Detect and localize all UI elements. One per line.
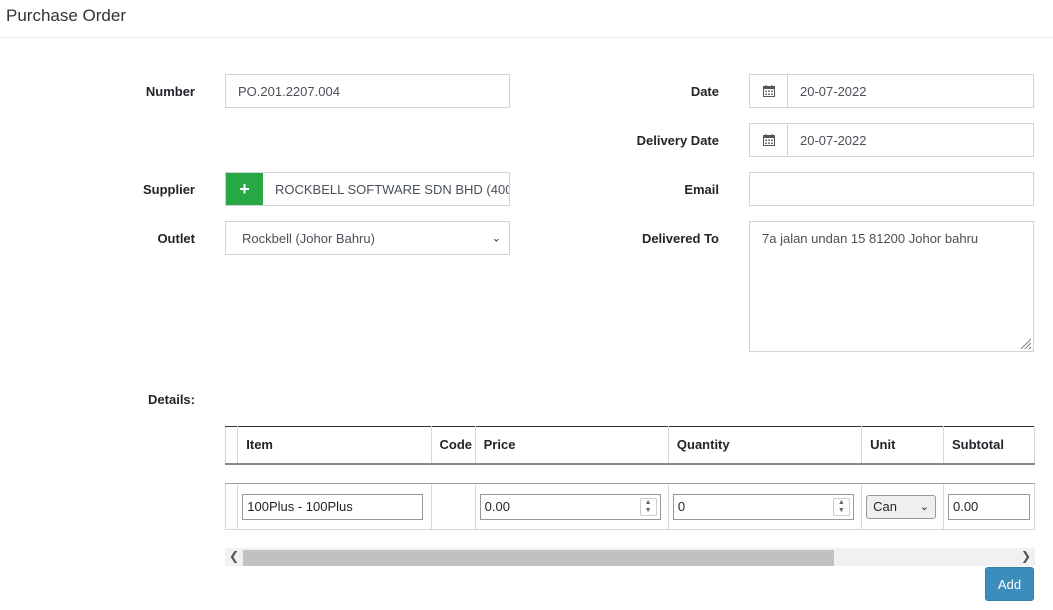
item-cell: 100Plus - 100Plus <box>237 483 432 530</box>
number-label: Number <box>145 84 195 99</box>
number-field[interactable]: PO.201.2207.004 <box>225 74 510 108</box>
column-header-unit: Unit <box>861 426 944 465</box>
quantity-input[interactable]: 0 ▲ ▼ <box>672 493 854 520</box>
column-header-price: Price <box>474 426 669 465</box>
resize-handle-icon[interactable] <box>1019 337 1031 349</box>
page-header: Purchase Order <box>0 0 1053 38</box>
price-input[interactable]: 0.00 ▲ ▼ <box>479 493 661 520</box>
calendar-icon[interactable] <box>750 75 788 107</box>
delivery-date-field[interactable]: 20-07-2022 <box>788 124 1033 156</box>
delivered-to-value: 7a jalan undan 15 81200 Johor bahru <box>762 231 979 246</box>
add-supplier-button[interactable]: + <box>226 173 263 205</box>
delivered-to-textarea[interactable]: 7a jalan undan 15 81200 Johor bahru <box>749 221 1034 352</box>
column-header-item: Item <box>237 426 432 465</box>
supplier-input-group: + ROCKBELL SOFTWARE SDN BHD (4000 <box>225 172 510 206</box>
scroll-right-icon[interactable]: ❯ <box>1021 549 1031 563</box>
add-button[interactable]: Add <box>985 567 1034 601</box>
column-header-select <box>225 426 239 465</box>
date-input-group: 20-07-2022 <box>749 74 1034 108</box>
subtotal-cell: 0.00 <box>942 483 1035 530</box>
details-label: Details: <box>148 392 195 407</box>
column-header-quantity: Quantity <box>667 426 863 465</box>
price-spin-button[interactable]: ▲ ▼ <box>639 497 657 516</box>
calendar-icon[interactable] <box>750 124 788 156</box>
chevron-down-icon: ⌄ <box>919 501 930 513</box>
unit-cell: Can ⌄ <box>861 483 944 530</box>
delivered-to-label: Delivered To <box>641 231 719 246</box>
details-table-container: Item Code Price Quantity Unit Subtotal 1… <box>225 426 1035 530</box>
price-cell: 0.00 ▲ ▼ <box>474 483 669 530</box>
outlet-select[interactable]: Rockbell (Johor Bahru) ⌄ <box>225 221 510 255</box>
subtotal-input[interactable]: 0.00 <box>947 493 1030 520</box>
page-title: Purchase Order <box>6 6 126 25</box>
details-table: Item Code Price Quantity Unit Subtotal 1… <box>225 426 1035 530</box>
column-header-code: Code <box>430 426 476 465</box>
unit-select[interactable]: Can ⌄ <box>866 494 937 519</box>
chevron-down-icon: ⌄ <box>491 232 501 245</box>
outlet-selected-value: Rockbell (Johor Bahru) <box>242 230 375 246</box>
table-header-row: Item Code Price Quantity Unit Subtotal <box>225 426 1035 465</box>
table-row: 100Plus - 100Plus 0.00 ▲ ▼ 0 ▲ ▼ Can ⌄ 0… <box>225 483 1035 530</box>
quantity-value: 0 <box>677 499 686 514</box>
delivery-date-label: Delivery Date <box>636 133 719 148</box>
scrollbar-thumb[interactable] <box>243 550 834 566</box>
row-select-cell[interactable] <box>225 483 239 530</box>
outlet-label: Outlet <box>157 231 195 246</box>
code-cell <box>430 483 476 530</box>
horizontal-scrollbar[interactable]: ❮ ❯ <box>225 548 1035 566</box>
supplier-field[interactable]: ROCKBELL SOFTWARE SDN BHD (4000 <box>263 173 509 205</box>
item-input[interactable]: 100Plus - 100Plus <box>242 493 424 520</box>
scroll-left-icon[interactable]: ❮ <box>229 549 239 563</box>
column-header-subtotal: Subtotal <box>942 426 1035 465</box>
quantity-cell: 0 ▲ ▼ <box>667 483 863 530</box>
unit-value: Can <box>873 499 897 514</box>
table-spacer-row <box>225 463 1035 484</box>
date-label: Date <box>690 84 719 99</box>
date-field[interactable]: 20-07-2022 <box>788 75 1033 107</box>
price-value: 0.00 <box>484 499 510 514</box>
supplier-label: Supplier <box>142 182 195 197</box>
quantity-spin-button[interactable]: ▲ ▼ <box>832 497 850 516</box>
delivery-date-input-group: 20-07-2022 <box>749 123 1034 157</box>
email-field[interactable] <box>749 172 1034 206</box>
email-label: Email <box>684 182 719 197</box>
